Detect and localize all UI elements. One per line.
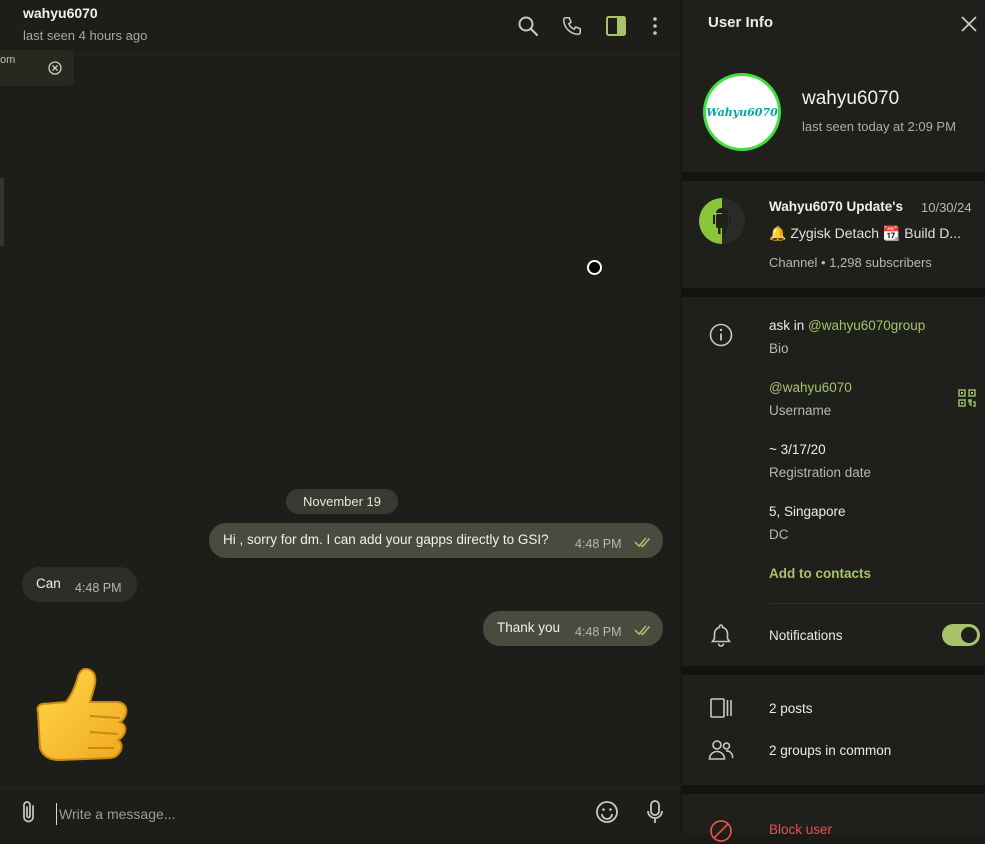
phone-icon[interactable] bbox=[559, 13, 585, 39]
message-input[interactable] bbox=[56, 803, 561, 825]
pinned-toast[interactable]: om bbox=[0, 50, 74, 86]
bio-value[interactable]: ask in @wahyu6070group bbox=[769, 318, 925, 333]
double-check-icon bbox=[634, 536, 654, 551]
search-icon[interactable] bbox=[515, 13, 541, 39]
message-text: Thank you bbox=[497, 620, 561, 635]
channel-preview: 🔔 Zygisk Detach 📆 Build D... bbox=[769, 225, 962, 241]
avatar[interactable]: Wahyu6070 bbox=[703, 73, 781, 151]
chat-header[interactable]: wahyu6070 last seen 4 hours ago bbox=[0, 0, 680, 55]
panel-title: User Info bbox=[708, 14, 774, 31]
profile-name: wahyu6070 bbox=[802, 88, 900, 109]
toast-text: om bbox=[0, 54, 16, 66]
info-icon bbox=[708, 322, 734, 348]
peer-status: last seen 4 hours ago bbox=[23, 28, 148, 43]
message-composer bbox=[0, 788, 680, 835]
block-user-button[interactable]: Block user bbox=[769, 822, 832, 837]
registration-value: ~ 3/17/20 bbox=[769, 442, 826, 457]
message-text: Hi , sorry for dm. I can add your gapps … bbox=[223, 532, 549, 547]
username-value[interactable]: @wahyu6070 bbox=[769, 380, 852, 395]
thumbs-up-sticker[interactable] bbox=[30, 662, 134, 766]
more-vertical-icon[interactable] bbox=[642, 13, 668, 39]
section-divider bbox=[682, 288, 985, 297]
posts-icon bbox=[708, 695, 734, 721]
section-divider bbox=[682, 172, 985, 181]
common-groups[interactable]: 2 groups in common bbox=[769, 743, 891, 758]
section-divider bbox=[682, 785, 985, 794]
chat-pane: wahyu6070 last seen 4 hours ago om Novem… bbox=[0, 0, 680, 835]
date-separator: November 19 bbox=[286, 489, 398, 514]
microphone-icon[interactable] bbox=[642, 799, 668, 825]
message-time: 4:48 PM bbox=[575, 625, 622, 639]
scroll-indicator bbox=[0, 178, 4, 246]
notifications-toggle[interactable] bbox=[942, 624, 980, 646]
username-label: Username bbox=[769, 403, 832, 418]
bell-icon bbox=[708, 622, 734, 648]
message-bubble-incoming[interactable]: Can 4:48 PM bbox=[22, 567, 137, 602]
attach-icon[interactable] bbox=[16, 799, 42, 825]
section-divider bbox=[682, 666, 985, 675]
close-icon[interactable] bbox=[48, 61, 62, 80]
message-text: Can bbox=[36, 576, 61, 591]
channel-date: 10/30/24 bbox=[921, 200, 972, 215]
double-check-icon bbox=[634, 624, 654, 639]
dc-label: DC bbox=[769, 527, 789, 542]
message-bubble-outgoing[interactable]: Hi , sorry for dm. I can add your gapps … bbox=[209, 523, 663, 558]
emoji-icon[interactable] bbox=[594, 799, 620, 825]
channel-title: Wahyu6070 Update's bbox=[769, 199, 904, 214]
profile-last-seen: last seen today at 2:09 PM bbox=[802, 119, 956, 134]
mouse-cursor bbox=[587, 260, 602, 275]
groups-icon bbox=[708, 737, 734, 763]
message-time: 4:48 PM bbox=[75, 581, 122, 595]
peer-name[interactable]: wahyu6070 bbox=[23, 5, 98, 21]
message-bubble-outgoing[interactable]: Thank you 4:48 PM bbox=[483, 611, 663, 646]
avatar-logo: Wahyu6070 bbox=[706, 105, 778, 119]
posts-count[interactable]: 2 posts bbox=[769, 701, 813, 716]
sidebar-toggle-icon[interactable] bbox=[603, 13, 629, 39]
user-info-panel: User Info Wahyu6070 wahyu6070 last seen … bbox=[681, 0, 985, 842]
notifications-label: Notifications bbox=[769, 628, 843, 643]
qr-code-icon[interactable] bbox=[958, 389, 976, 412]
registration-label: Registration date bbox=[769, 465, 872, 480]
block-icon bbox=[708, 818, 734, 844]
close-icon[interactable] bbox=[960, 15, 978, 38]
bio-link[interactable]: @wahyu6070group bbox=[808, 318, 925, 333]
channel-avatar bbox=[699, 198, 745, 244]
bio-label: Bio bbox=[769, 341, 789, 356]
message-time: 4:48 PM bbox=[575, 537, 622, 551]
add-to-contacts-button[interactable]: Add to contacts bbox=[769, 566, 871, 581]
divider bbox=[769, 603, 985, 604]
toggle-knob bbox=[961, 627, 977, 643]
bio-prefix: ask in bbox=[769, 318, 809, 333]
dc-value: 5, Singapore bbox=[769, 504, 846, 519]
channel-meta: Channel • 1,298 subscribers bbox=[769, 255, 932, 270]
